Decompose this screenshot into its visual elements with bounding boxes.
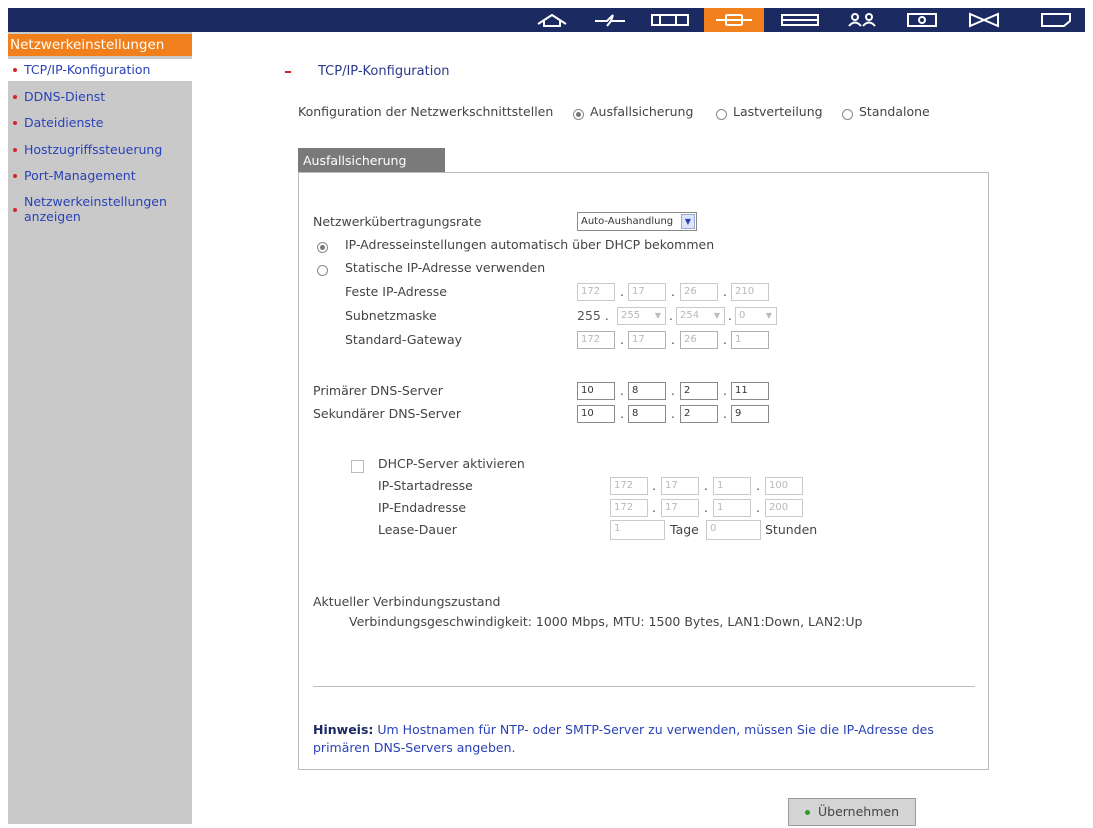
mode-loadbalance-radio[interactable]	[716, 109, 727, 120]
dns-primary-octet-2[interactable]: 8	[628, 382, 666, 400]
dns-secondary-label: Sekundärer DNS-Server	[313, 406, 461, 421]
ip-end-octet-4[interactable]: 200	[765, 499, 803, 517]
dns-primary-octet-3[interactable]: 2	[680, 382, 718, 400]
dns-primary-octet-1[interactable]: 10	[577, 382, 615, 400]
hint-text: Hinweis: Um Hostnamen für NTP- oder SMTP…	[313, 721, 973, 757]
sidebar-title: Netzwerkeinstellungen	[8, 34, 192, 56]
mode-standalone-label: Standalone	[859, 104, 930, 119]
connection-status-text: Verbindungsgeschwindigkeit: 1000 Mbps, M…	[349, 614, 863, 629]
dhcp-server-label: DHCP-Server aktivieren	[378, 456, 525, 471]
lease-days-unit: Tage	[670, 522, 699, 537]
logout-icon[interactable]	[1032, 8, 1080, 32]
device-config-icon[interactable]	[772, 8, 828, 32]
sidebar-item-label: Hostzugriffssteuerung	[24, 142, 163, 157]
network-icon[interactable]	[704, 8, 764, 32]
gateway-octet-4[interactable]: 1	[731, 331, 769, 349]
heading-marker	[285, 71, 291, 73]
ip-start-label: IP-Startadresse	[378, 478, 473, 493]
subnet-octet-2-value: 255	[621, 310, 641, 321]
chevron-down-icon: ▼	[765, 311, 773, 320]
mode-loadbalance-label: Lastverteilung	[733, 104, 823, 119]
interface-config-label: Konfiguration der Netzwerkschnittstellen	[298, 104, 554, 119]
fixed-ip-octet-4[interactable]: 210	[731, 283, 769, 301]
ip-end-octet-3[interactable]: 1	[713, 499, 751, 517]
ip-start-octet-4[interactable]: 100	[765, 477, 803, 495]
subnet-octet-2-select[interactable]: 255 ▼	[617, 307, 666, 325]
sidebar-item-ddns[interactable]: DDNS-Dienst	[8, 89, 192, 104]
apply-button-label: Übernehmen	[817, 804, 900, 819]
static-ip-radio[interactable]	[317, 265, 328, 276]
subnet-label: Subnetzmaske	[345, 308, 437, 323]
subnet-prefix: 255 .	[577, 308, 609, 323]
lease-hours-unit: Stunden	[765, 522, 818, 537]
chevron-down-icon: ▼	[713, 311, 721, 320]
dns-secondary-octet-1[interactable]: 10	[577, 405, 615, 423]
gateway-octet-2[interactable]: 17	[628, 331, 666, 349]
mode-failover-radio[interactable]	[573, 109, 584, 120]
status-icon[interactable]	[960, 8, 1008, 32]
connection-status-label: Aktueller Verbindungszustand	[313, 594, 501, 609]
sidebar-item-show-network[interactable]: Netzwerkeinstellungen anzeigen	[8, 194, 178, 224]
lease-label: Lease-Dauer	[378, 522, 457, 537]
divider	[313, 686, 975, 687]
ip-end-label: IP-Endadresse	[378, 500, 467, 515]
sidebar-item-label: DDNS-Dienst	[24, 89, 106, 104]
chevron-down-icon: ▼	[654, 311, 662, 320]
sidebar-item-label: TCP/IP-Konfiguration	[24, 62, 151, 77]
home-icon[interactable]	[528, 8, 576, 32]
sidebar-item-host-access[interactable]: Hostzugriffssteuerung	[8, 142, 192, 157]
dns-primary-octet-4[interactable]: 11	[731, 382, 769, 400]
static-ip-option-label: Statische IP-Adresse verwenden	[345, 260, 546, 275]
chevron-down-icon: ▼	[681, 214, 695, 229]
sidebar: Netzwerkeinstellungen TCP/IP-Konfigurati…	[8, 32, 192, 824]
apply-button[interactable]: Übernehmen	[788, 798, 916, 826]
sidebar-item-file-services[interactable]: Dateidienste	[8, 115, 192, 130]
page-title: TCP/IP-Konfiguration	[318, 64, 450, 79]
ip-end-octet-2[interactable]: 17	[661, 499, 699, 517]
ip-end-octet-1[interactable]: 172	[610, 499, 648, 517]
gateway-label: Standard-Gateway	[345, 332, 463, 347]
dns-primary-label: Primärer DNS-Server	[313, 383, 443, 398]
sidebar-item-label: Dateidienste	[24, 115, 104, 130]
dhcp-radio[interactable]	[317, 242, 328, 253]
subnet-octet-4-value: 0	[739, 310, 746, 321]
mode-failover-label: Ausfallsicherung	[590, 104, 694, 119]
dns-secondary-octet-3[interactable]: 2	[680, 405, 718, 423]
sidebar-item-port-management[interactable]: Port-Management	[8, 168, 192, 183]
sidebar-item-label: Port-Management	[24, 168, 136, 183]
top-toolbar	[8, 8, 1085, 32]
dns-secondary-octet-4[interactable]: 9	[731, 405, 769, 423]
subnet-octet-4-select[interactable]: 0 ▼	[735, 307, 777, 325]
ip-start-octet-3[interactable]: 1	[713, 477, 751, 495]
user-management-icon[interactable]	[838, 8, 886, 32]
bullet-icon	[804, 810, 810, 815]
gateway-octet-1[interactable]: 172	[577, 331, 615, 349]
network-share-icon[interactable]	[898, 8, 946, 32]
subnet-octet-3-select[interactable]: 254 ▼	[676, 307, 725, 325]
sidebar-item-label: Netzwerkeinstellungen anzeigen	[24, 194, 167, 224]
sidebar-item-tcpip[interactable]: TCP/IP-Konfiguration	[8, 59, 192, 81]
ip-start-octet-1[interactable]: 172	[610, 477, 648, 495]
ip-start-octet-2[interactable]: 17	[661, 477, 699, 495]
quick-config-icon[interactable]	[586, 8, 634, 32]
gateway-octet-3[interactable]: 26	[680, 331, 718, 349]
mode-standalone-radio[interactable]	[842, 109, 853, 120]
hint-bold: Hinweis:	[313, 722, 374, 737]
lease-days-input[interactable]: 1	[610, 520, 665, 540]
system-settings-icon[interactable]	[646, 8, 694, 32]
hint-body: Um Hostnamen für NTP- oder SMTP-Server z…	[313, 722, 934, 755]
fixed-ip-label: Feste IP-Adresse	[345, 284, 447, 299]
fixed-ip-octet-1[interactable]: 172	[577, 283, 615, 301]
rate-select[interactable]: Auto-Aushandlung ▼	[577, 212, 697, 231]
rate-label: Netzwerkübertragungsrate	[313, 214, 482, 229]
fixed-ip-octet-3[interactable]: 26	[680, 283, 718, 301]
tab-failover[interactable]: Ausfallsicherung	[298, 148, 445, 173]
dhcp-option-label: IP-Adresseinstellungen automatisch über …	[345, 237, 715, 252]
rate-select-value: Auto-Aushandlung	[581, 216, 674, 227]
lease-hours-input[interactable]: 0	[706, 520, 761, 540]
dhcp-server-checkbox[interactable]	[351, 460, 364, 473]
fixed-ip-octet-2[interactable]: 17	[628, 283, 666, 301]
dns-secondary-octet-2[interactable]: 8	[628, 405, 666, 423]
subnet-octet-3-value: 254	[680, 310, 700, 321]
